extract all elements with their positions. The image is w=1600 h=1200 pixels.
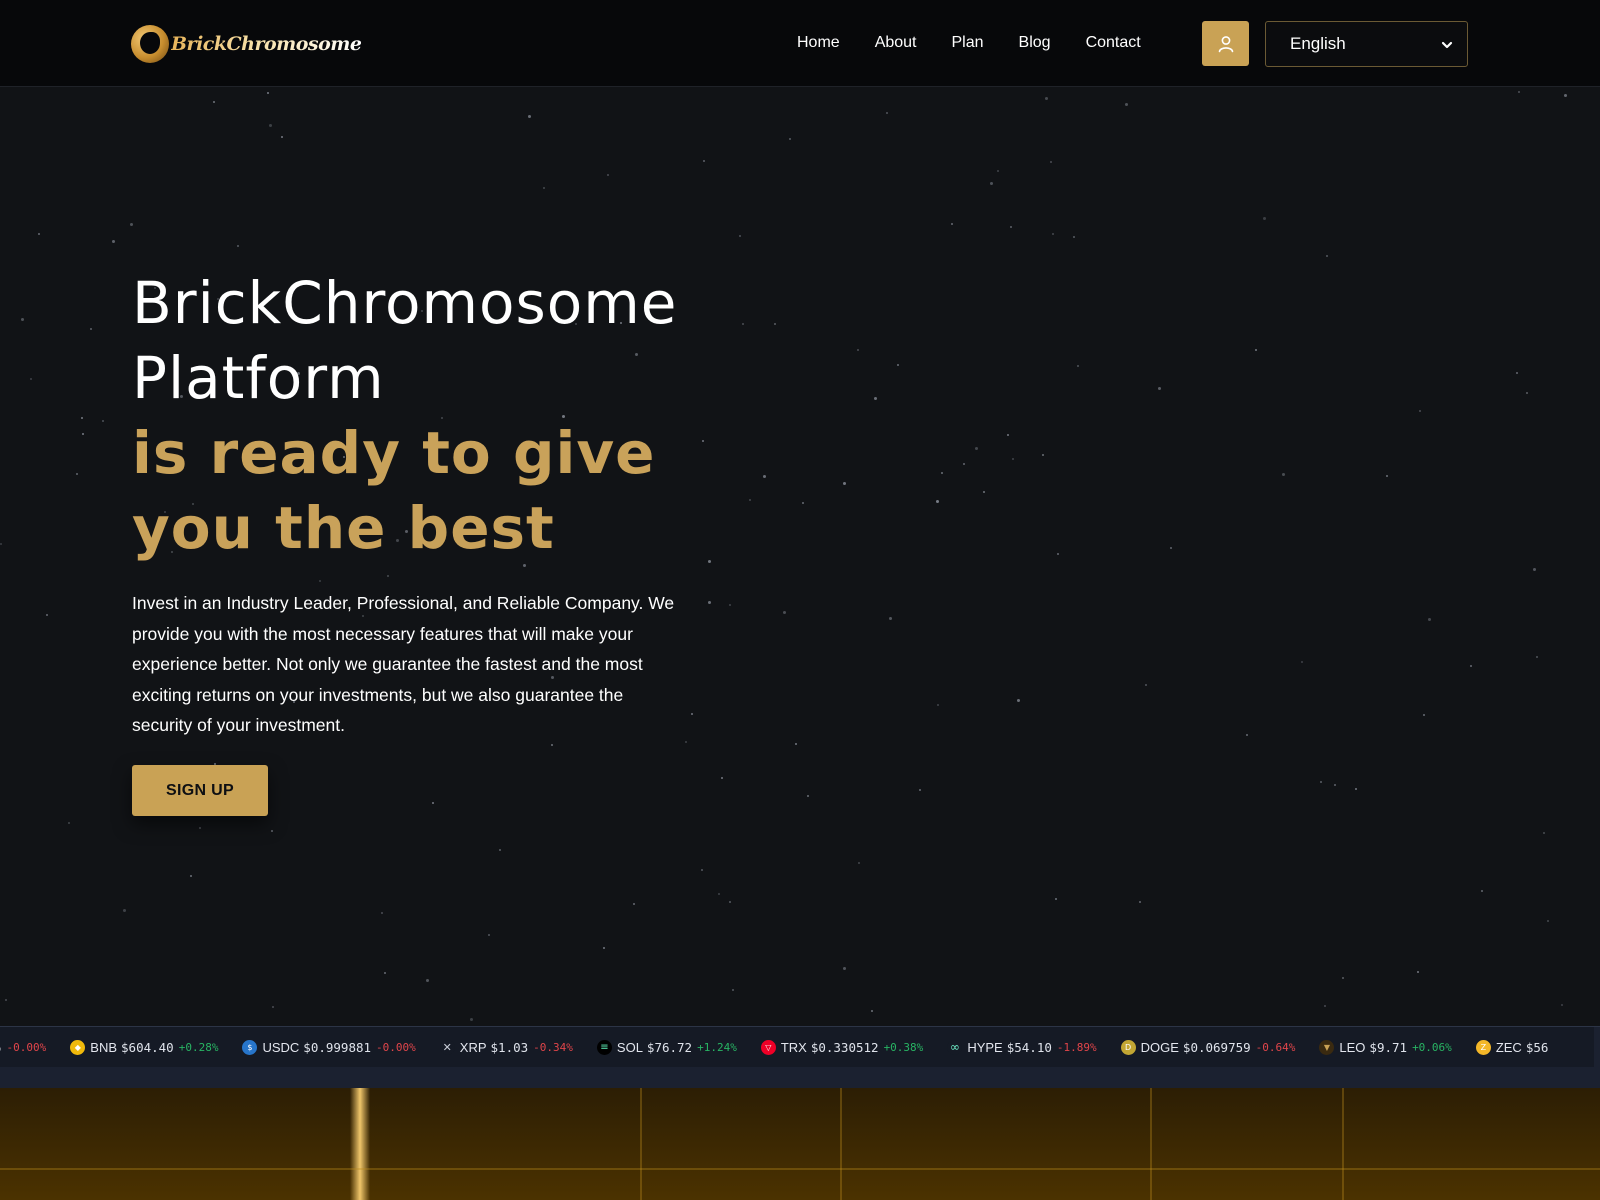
- ticker-change: +0.28%: [178, 1040, 219, 1054]
- language-select-value: English: [1290, 34, 1346, 53]
- crypto-price-ticker: 5 -0.00% ◆BNB$604.40 +0.28% $USDC$0.999881 -0…: [0, 1026, 1600, 1088]
- nav-contact[interactable]: Contact: [1086, 32, 1141, 54]
- light-beam: [350, 1088, 370, 1200]
- ticker-item[interactable]: Z ZEC $56: [1475, 1039, 1554, 1055]
- usdc-coin-icon: $: [242, 1039, 258, 1055]
- ticker-symbol: USDC: [262, 1039, 300, 1055]
- ticker-item[interactable]: ✕ XRP $1.03 -0.34%: [439, 1039, 573, 1055]
- ticker-price: $0.330512: [810, 1039, 879, 1055]
- ticker-item[interactable]: ◆ BNB $604.40 +0.28%: [70, 1039, 219, 1055]
- ticker-symbol: XRP: [459, 1039, 487, 1055]
- ticker-change: -1.89%: [1056, 1040, 1097, 1054]
- ticker-change: -0.64%: [1255, 1040, 1296, 1054]
- ticker-item[interactable]: ∞ HYPE $54.10 -1.89%: [947, 1039, 1097, 1055]
- ticker-symbol: DOGE: [1140, 1039, 1179, 1055]
- hero-highlight-line-1: is ready to give: [132, 419, 656, 487]
- ticker-symbol: BNB: [90, 1039, 118, 1055]
- language-select[interactable]: English: [1265, 21, 1468, 67]
- ticker-symbol: SOL: [616, 1039, 643, 1055]
- ticker-row: 5 -0.00% ◆BNB$604.40 +0.28% $USDC$0.999881 -0…: [0, 1027, 1594, 1067]
- ticker-item[interactable]: $ USDC $0.999881 -0.00%: [242, 1039, 416, 1055]
- sol-coin-icon: ≡: [596, 1039, 612, 1055]
- ticker-change: -0.00%: [376, 1040, 416, 1054]
- xrp-coin-icon: ✕: [439, 1039, 455, 1055]
- nav-home[interactable]: Home: [797, 32, 840, 54]
- grid-line: [640, 1088, 642, 1200]
- ticker-price: $54.10: [1006, 1039, 1052, 1055]
- chevron-down-icon: [1441, 41, 1453, 49]
- ticker-price: $1.03: [490, 1039, 529, 1055]
- ticker-symbol: HYPE: [967, 1039, 1003, 1055]
- grid-line: [840, 1088, 842, 1200]
- ticker-price: $9.71: [1369, 1039, 1408, 1055]
- user-icon: [1218, 35, 1233, 52]
- nav-plan[interactable]: Plan: [952, 32, 984, 54]
- hype-coin-icon: ∞: [947, 1039, 963, 1055]
- ticker-symbol: TRX: [780, 1039, 807, 1055]
- zec-coin-icon: Z: [1475, 1039, 1491, 1055]
- doge-coin-icon: D: [1120, 1039, 1136, 1055]
- ticker-change: +0.06%: [1412, 1040, 1452, 1054]
- ticker-item[interactable]: ▼ LEO $9.71 +0.06%: [1319, 1039, 1452, 1055]
- ticker-change: +0.38%: [883, 1040, 924, 1054]
- hero-title: BrickChromosome Platform is ready to giv…: [132, 266, 832, 566]
- ticker-symbol: LEO: [1339, 1039, 1366, 1055]
- ticker-item[interactable]: ≡ SOL $76.72 +1.24%: [596, 1039, 737, 1055]
- grid-line: [1150, 1088, 1152, 1200]
- ticker-price: $0.999881: [303, 1039, 372, 1055]
- ticker-price: 5: [0, 1040, 2, 1055]
- gold-section-background: [0, 1088, 1600, 1200]
- hero-title-line-2: Platform: [132, 344, 385, 412]
- ticker-price: $0.069759: [1182, 1039, 1251, 1055]
- account-button[interactable]: [1202, 21, 1249, 66]
- trx-coin-icon: ▽: [760, 1039, 776, 1055]
- hero-title-line-1: BrickChromosome: [132, 269, 678, 337]
- ticker-price: $76.72: [646, 1039, 693, 1055]
- ticker-price: $56: [1525, 1039, 1549, 1055]
- nav-blog[interactable]: Blog: [1019, 32, 1051, 54]
- ticker-change: -0.34%: [533, 1040, 573, 1054]
- ticker-change: -0.00%: [6, 1040, 47, 1054]
- signup-button[interactable]: SIGN UP: [132, 765, 268, 816]
- brand-logo[interactable]: BrickChromosome: [131, 24, 362, 64]
- ticker-price: $604.40: [121, 1039, 174, 1055]
- leo-coin-icon: ▼: [1319, 1039, 1335, 1055]
- main-nav: Home About Plan Blog Contact: [797, 32, 1176, 54]
- nav-about[interactable]: About: [875, 32, 917, 54]
- hero-highlight-line-2: you the best: [132, 494, 555, 562]
- site-header: BrickChromosome Home About Plan Blog Con…: [0, 0, 1600, 87]
- ticker-symbol: ZEC: [1495, 1039, 1522, 1055]
- grid-line: [0, 1168, 1600, 1170]
- ticker-change: +1.24%: [697, 1040, 737, 1054]
- ticker-item[interactable]: 5 -0.00%: [0, 1040, 46, 1055]
- brand-logo-icon: [131, 25, 169, 63]
- ticker-item[interactable]: D DOGE $0.069759 -0.64%: [1120, 1039, 1296, 1055]
- hero-description: Invest in an Industry Leader, Profession…: [132, 593, 675, 735]
- bnb-coin-icon: ◆: [70, 1039, 86, 1055]
- brand-name: BrickChromosome: [171, 33, 362, 55]
- grid-line: [1342, 1088, 1344, 1200]
- ticker-item[interactable]: ▽ TRX $0.330512 +0.38%: [760, 1039, 924, 1055]
